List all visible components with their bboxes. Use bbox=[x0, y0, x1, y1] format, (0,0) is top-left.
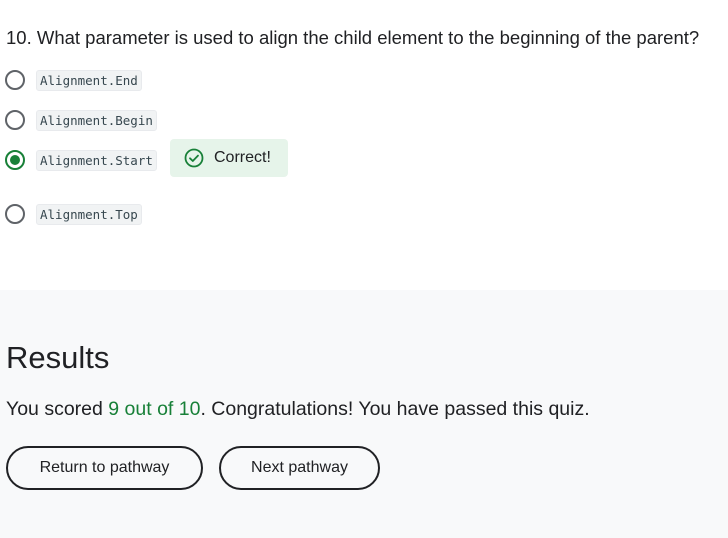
option-alignment-start[interactable]: Alignment.Start bbox=[5, 149, 157, 171]
score-suffix: . Congratulations! You have passed this … bbox=[200, 398, 590, 420]
correct-feedback: Correct! bbox=[170, 139, 288, 177]
option-alignment-end[interactable]: Alignment.End bbox=[5, 69, 142, 91]
radio-button[interactable] bbox=[5, 204, 25, 224]
question-section: 10. What parameter is used to align the … bbox=[0, 0, 728, 290]
question-number: 10. bbox=[6, 27, 32, 48]
question-text: What parameter is used to align the chil… bbox=[36, 27, 700, 48]
radio-button-selected[interactable] bbox=[5, 150, 25, 170]
results-section: Results You scored 9 out of 10. Congratu… bbox=[0, 290, 728, 538]
score-value: 9 out of 10 bbox=[108, 398, 201, 420]
radio-button[interactable] bbox=[5, 70, 25, 90]
score-summary: You scored 9 out of 10. Congratulations!… bbox=[6, 397, 590, 421]
option-alignment-begin[interactable]: Alignment.Begin bbox=[5, 109, 157, 131]
return-to-pathway-button[interactable]: Return to pathway bbox=[6, 446, 203, 490]
results-title: Results bbox=[6, 340, 110, 375]
feedback-text: Correct! bbox=[214, 149, 271, 166]
question-title: 10. What parameter is used to align the … bbox=[6, 26, 699, 50]
option-label: Alignment.Begin bbox=[36, 109, 157, 131]
option-alignment-top[interactable]: Alignment.Top bbox=[5, 203, 142, 225]
next-pathway-button[interactable]: Next pathway bbox=[219, 446, 380, 490]
radio-button[interactable] bbox=[5, 110, 25, 130]
option-label: Alignment.End bbox=[36, 69, 142, 91]
option-label: Alignment.Top bbox=[36, 203, 142, 225]
check-circle-icon bbox=[184, 148, 204, 168]
score-prefix: You scored bbox=[6, 398, 109, 420]
quiz-page: 10. What parameter is used to align the … bbox=[0, 0, 728, 538]
option-label: Alignment.Start bbox=[36, 149, 157, 171]
